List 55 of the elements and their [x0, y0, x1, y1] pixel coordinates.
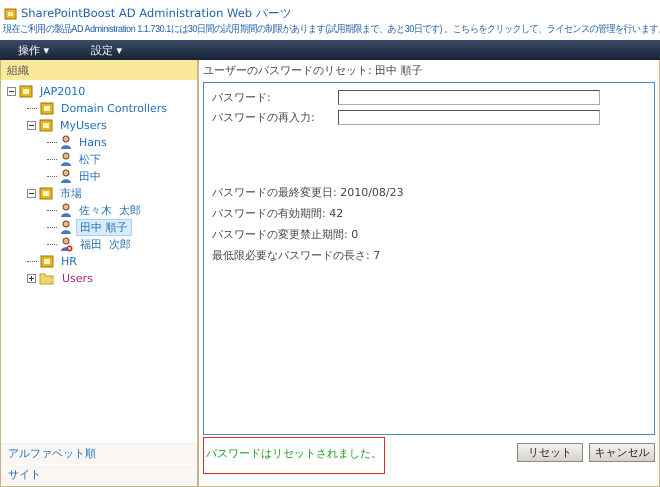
- user-icon: [60, 203, 72, 218]
- user-icon: [60, 152, 72, 167]
- folder-icon: [39, 272, 55, 285]
- panel-heading: ユーザーのパスワードのリセット: 田中 順子: [203, 63, 424, 79]
- user-icon: [60, 220, 72, 235]
- folder-icon: [40, 102, 54, 115]
- tree-line: [47, 142, 57, 143]
- menu-item[interactable]: 設定 ▾: [91, 42, 122, 58]
- tree-item[interactable]: Users: [59, 272, 96, 285]
- expand-icon[interactable]: [27, 274, 36, 283]
- menu-item[interactable]: 操作 ▾: [18, 42, 50, 58]
- collapse-icon[interactable]: [27, 189, 36, 198]
- field-label: パスワード:: [212, 90, 272, 105]
- collapse-icon[interactable]: [7, 87, 16, 96]
- web-part-icon: [4, 6, 17, 20]
- license-notice-link[interactable]: 現在ご利用の製品AD Administration 1.1.730.1には30日間の試用期間の制限があります(試用期限まで、あと30日です) 。こちらをクリックして、ライセンスの管理を行います。: [3, 22, 660, 38]
- tree-line: [47, 176, 57, 177]
- disabled-user-icon: [60, 237, 73, 252]
- sidebar-link[interactable]: サイト: [8, 468, 41, 481]
- password-field[interactable]: [338, 110, 600, 125]
- action-button[interactable]: キャンセル: [589, 443, 655, 462]
- tree-line: [47, 244, 57, 245]
- tree-item[interactable]: MyUsers: [57, 119, 110, 132]
- info-text: パスワードの最終変更日: 2010/08/23: [212, 186, 404, 199]
- user-icon: [60, 135, 72, 150]
- user-icon: [60, 169, 72, 184]
- tree-item[interactable]: HR: [58, 255, 80, 268]
- tree-item[interactable]: 田中 順子: [76, 219, 132, 236]
- folder-icon: [19, 85, 33, 98]
- tree-line: [47, 227, 57, 228]
- folder-icon: [39, 119, 53, 132]
- tree-item[interactable]: 福田 次郎: [77, 237, 134, 252]
- sidebar-header: 組織: [1, 60, 197, 80]
- info-text: 最低限必要なパスワードの長さ: 7: [212, 249, 380, 262]
- tree-line: [27, 108, 37, 109]
- web-part-title: SharePointBoost AD Administration Web パーツ: [21, 6, 292, 20]
- tree-item[interactable]: JAP2010: [37, 85, 88, 98]
- tree-line: [47, 210, 57, 211]
- tree-item[interactable]: Hans: [76, 136, 110, 149]
- status-message: パスワードはリセットされました。: [203, 437, 385, 474]
- action-button[interactable]: リセット: [517, 443, 583, 462]
- collapse-icon[interactable]: [27, 121, 36, 130]
- tree-item[interactable]: Domain Controllers: [58, 102, 170, 115]
- info-text: パスワードの変更禁止期間: 0: [212, 228, 358, 241]
- tree-item[interactable]: 松下: [76, 152, 104, 167]
- tree-line: [27, 261, 37, 262]
- password-field[interactable]: [338, 90, 600, 105]
- tree-item[interactable]: 市場: [57, 186, 85, 201]
- tree-item[interactable]: 田中: [76, 169, 104, 184]
- tree-item[interactable]: 佐々木 太郎: [76, 203, 144, 218]
- tree-line: [47, 159, 57, 160]
- field-label: パスワードの再入力:: [212, 110, 316, 125]
- folder-icon: [39, 187, 53, 200]
- info-text: パスワードの有効期間: 42: [212, 207, 344, 220]
- folder-icon: [40, 255, 54, 268]
